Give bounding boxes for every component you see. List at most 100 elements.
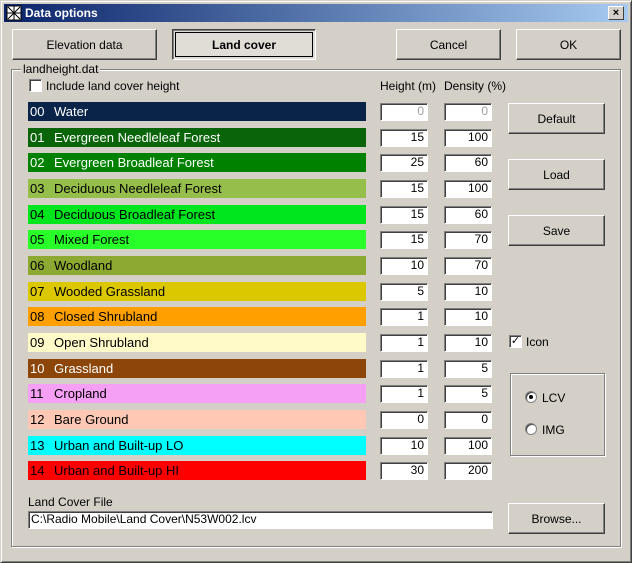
height-input[interactable]: 15 <box>380 231 428 249</box>
radio-dot-icon <box>529 395 533 399</box>
land-cover-file-label: Land Cover File <box>28 495 113 509</box>
density-input[interactable]: 0 <box>444 411 492 429</box>
land-cover-row[interactable]: 02 Evergreen Broadleaf Forest <box>28 153 366 172</box>
height-input[interactable]: 10 <box>380 257 428 275</box>
cancel-button[interactable]: Cancel <box>396 29 501 60</box>
format-group <box>510 373 605 456</box>
height-input[interactable]: 1 <box>380 360 428 378</box>
land-cover-row[interactable]: 06 Woodland <box>28 256 366 275</box>
land-cover-name: Woodland <box>54 258 113 273</box>
land-cover-code: 08 <box>30 309 45 324</box>
land-cover-row[interactable]: 10 Grassland <box>28 359 366 378</box>
land-cover-name: Deciduous Broadleaf Forest <box>54 207 216 222</box>
land-cover-code: 03 <box>30 181 45 196</box>
density-input[interactable]: 70 <box>444 231 492 249</box>
height-input[interactable]: 0 <box>380 411 428 429</box>
land-cover-code: 01 <box>30 130 45 145</box>
land-cover-name: Evergreen Needleleaf Forest <box>54 130 221 145</box>
height-input[interactable]: 1 <box>380 308 428 326</box>
land-cover-code: 02 <box>30 155 45 170</box>
density-input[interactable]: 10 <box>444 308 492 326</box>
height-input[interactable]: 1 <box>380 334 428 352</box>
land-cover-row[interactable]: 07 Wooded Grassland <box>28 282 366 301</box>
land-cover-row[interactable]: 00 Water <box>28 102 366 121</box>
land-cover-name: Wooded Grassland <box>54 284 166 299</box>
default-button[interactable]: Default <box>508 103 605 134</box>
load-button[interactable]: Load <box>508 159 605 190</box>
land-cover-row[interactable]: 01 Evergreen Needleleaf Forest <box>28 128 366 147</box>
data-options-dialog: Data options × Elevation data Land cover… <box>0 0 632 563</box>
density-input[interactable]: 5 <box>444 360 492 378</box>
density-input[interactable]: 100 <box>444 180 492 198</box>
height-input[interactable]: 10 <box>380 437 428 455</box>
height-input[interactable]: 5 <box>380 283 428 301</box>
land-cover-row[interactable]: 08 Closed Shrubland <box>28 307 366 326</box>
close-icon[interactable]: × <box>608 6 624 20</box>
land-cover-name: Cropland <box>54 386 107 401</box>
land-cover-name: Open Shrubland <box>54 335 149 350</box>
density-input[interactable]: 100 <box>444 437 492 455</box>
group-label: landheight.dat <box>21 62 101 76</box>
density-input: 0 <box>444 103 492 121</box>
height-input: 0 <box>380 103 428 121</box>
height-input[interactable]: 30 <box>380 462 428 480</box>
height-input[interactable]: 15 <box>380 206 428 224</box>
land-cover-code: 14 <box>30 463 45 478</box>
density-input[interactable]: 10 <box>444 334 492 352</box>
land-cover-row[interactable]: 03 Deciduous Needleleaf Forest <box>28 179 366 198</box>
land-cover-row[interactable]: 13 Urban and Built-up LO <box>28 436 366 455</box>
land-cover-code: 11 <box>30 386 44 401</box>
height-column-header: Height (m) <box>380 79 437 93</box>
height-input[interactable]: 1 <box>380 385 428 403</box>
land-cover-code: 09 <box>30 335 45 350</box>
density-input[interactable]: 100 <box>444 129 492 147</box>
land-cover-row[interactable]: 09 Open Shrubland <box>28 333 366 352</box>
land-cover-name: Evergreen Broadleaf Forest <box>54 155 214 170</box>
height-input[interactable]: 25 <box>380 154 428 172</box>
land-cover-code: 05 <box>30 232 45 247</box>
land-cover-code: 13 <box>30 438 45 453</box>
height-input[interactable]: 15 <box>380 180 428 198</box>
browse-button[interactable]: Browse... <box>508 503 605 534</box>
include-height-checkbox[interactable] <box>29 79 42 92</box>
land-cover-row[interactable]: 12 Bare Ground <box>28 410 366 429</box>
land-cover-row[interactable]: 14 Urban and Built-up HI <box>28 461 366 480</box>
include-height-label: Include land cover height <box>46 79 180 93</box>
land-cover-row[interactable]: 04 Deciduous Broadleaf Forest <box>28 205 366 224</box>
land-cover-code: 04 <box>30 207 45 222</box>
land-cover-name: Bare Ground <box>54 412 129 427</box>
ok-button[interactable]: OK <box>516 29 621 60</box>
density-input[interactable]: 5 <box>444 385 492 403</box>
title-bar[interactable]: Data options × <box>4 4 628 22</box>
density-input[interactable]: 10 <box>444 283 492 301</box>
land-cover-code: 07 <box>30 284 45 299</box>
density-input[interactable]: 200 <box>444 462 492 480</box>
density-column-header: Density (%) <box>444 79 507 93</box>
land-cover-row[interactable]: 11 Cropland <box>28 384 366 403</box>
app-icon <box>6 5 22 21</box>
land-cover-file-input[interactable]: C:\Radio Mobile\Land Cover\N53W002.lcv <box>28 511 493 529</box>
icon-checkbox-label: Icon <box>526 335 549 349</box>
lcv-radio[interactable] <box>525 391 537 403</box>
land-cover-code: 00 <box>30 104 45 119</box>
density-input[interactable]: 60 <box>444 154 492 172</box>
window-title: Data options <box>25 6 98 20</box>
land-cover-name: Water <box>54 104 89 119</box>
land-cover-row[interactable]: 05 Mixed Forest <box>28 230 366 249</box>
land-cover-name: Deciduous Needleleaf Forest <box>54 181 222 196</box>
save-button[interactable]: Save <box>508 215 605 246</box>
land-cover-button[interactable]: Land cover <box>172 29 316 60</box>
density-input[interactable]: 60 <box>444 206 492 224</box>
height-input[interactable]: 15 <box>380 129 428 147</box>
land-cover-name: Closed Shrubland <box>54 309 158 324</box>
land-cover-code: 10 <box>30 361 45 376</box>
land-cover-code: 12 <box>30 412 45 427</box>
land-cover-code: 06 <box>30 258 45 273</box>
density-input[interactable]: 70 <box>444 257 492 275</box>
land-cover-name: Urban and Built-up HI <box>54 463 180 478</box>
check-icon: ✓ <box>510 335 521 347</box>
img-radio[interactable] <box>525 423 537 435</box>
elevation-data-button[interactable]: Elevation data <box>12 29 157 60</box>
land-cover-name: Mixed Forest <box>54 232 130 247</box>
icon-checkbox[interactable]: ✓ <box>509 335 522 348</box>
